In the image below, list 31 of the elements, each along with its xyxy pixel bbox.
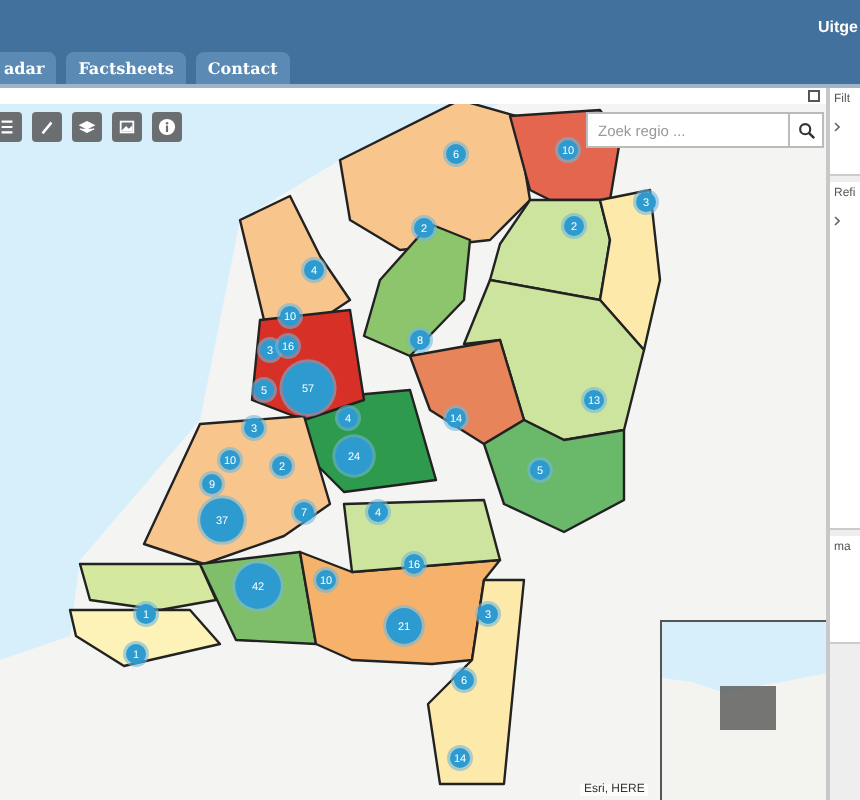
- layers-icon: [78, 118, 96, 136]
- extent-box: [720, 686, 776, 730]
- province-area[interactable]: [482, 418, 626, 534]
- province-area[interactable]: [598, 188, 662, 352]
- list-icon: [0, 118, 16, 136]
- province-area[interactable]: [342, 498, 502, 574]
- province-area[interactable]: [68, 608, 222, 668]
- maximize-icon[interactable]: [808, 90, 820, 102]
- image-button[interactable]: [112, 112, 142, 142]
- nav-tab[interactable]: Contact: [195, 52, 290, 84]
- layers-button[interactable]: [72, 112, 102, 142]
- province-area[interactable]: [238, 194, 352, 322]
- chevron-icon[interactable]: [834, 122, 840, 132]
- user-label[interactable]: Uitge: [818, 17, 858, 35]
- info-icon: [158, 118, 176, 136]
- chevron-icon[interactable]: [834, 216, 840, 226]
- draw-button[interactable]: [32, 112, 62, 142]
- nav-tab[interactable]: Factsheets: [66, 52, 186, 84]
- pencil-icon: [38, 118, 56, 136]
- search-icon: [797, 121, 815, 139]
- image-icon: [118, 118, 136, 136]
- province-area[interactable]: [408, 338, 526, 446]
- list-button[interactable]: [0, 112, 22, 142]
- province-area[interactable]: [78, 562, 218, 612]
- province-area[interactable]: [362, 222, 472, 358]
- info-button[interactable]: [152, 112, 182, 142]
- province-area[interactable]: [426, 578, 526, 786]
- province-area[interactable]: [488, 198, 612, 302]
- province-area[interactable]: [338, 104, 532, 252]
- search-button[interactable]: [790, 112, 824, 148]
- nav-tab[interactable]: adar: [0, 52, 57, 84]
